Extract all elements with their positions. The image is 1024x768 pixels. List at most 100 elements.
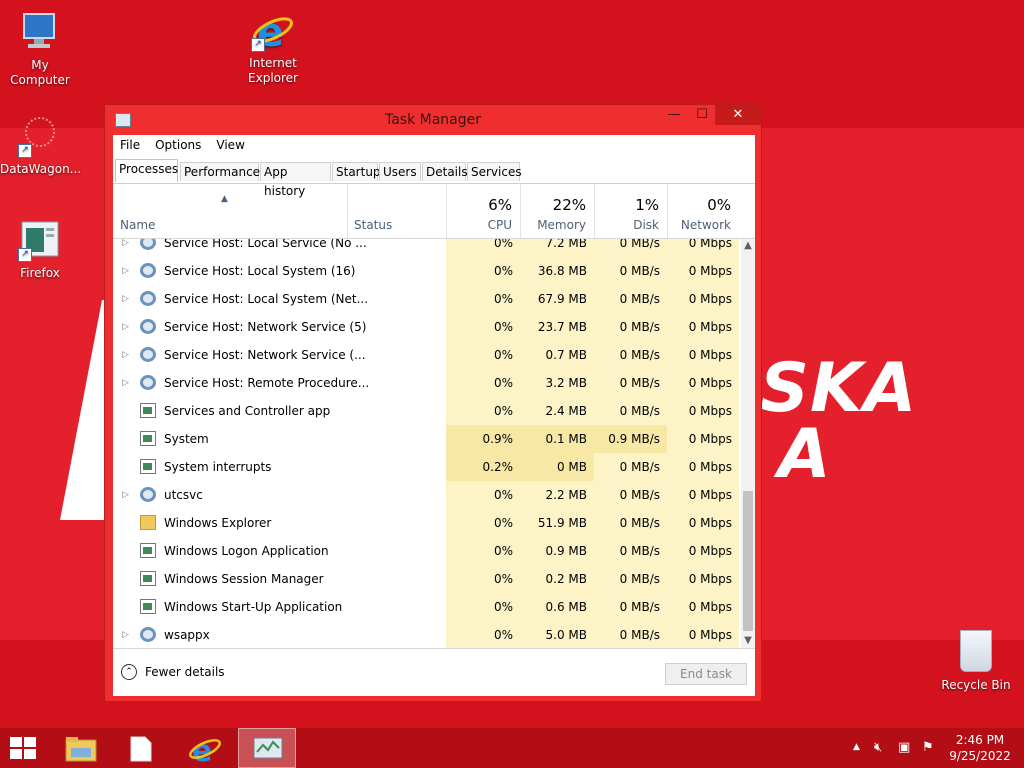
column-network[interactable]: 0% Network	[668, 184, 739, 238]
process-row[interactable]: Windows Start-Up Application 0% 0.6 MB 0 MB…	[113, 593, 739, 621]
column-memory[interactable]: 22% Memory	[521, 184, 594, 238]
clock-date: 9/25/2022	[949, 749, 1011, 763]
start-button[interactable]	[0, 728, 50, 768]
desktop-icon-internet-explorer[interactable]: e ↗ Internet Explorer	[233, 8, 313, 86]
process-network-cell: 0 Mbps	[667, 593, 739, 621]
column-memory-label: Memory	[537, 218, 586, 232]
process-network-cell: 0 Mbps	[667, 313, 739, 341]
title-bar[interactable]: Task Manager — ☐ ✕	[105, 105, 761, 135]
expand-chevron-icon[interactable]: ▷	[122, 239, 129, 257]
process-disk-cell: 0 MB/s	[594, 257, 667, 285]
maximize-button[interactable]: ☐	[689, 105, 715, 125]
network-icon[interactable]: ▣	[898, 740, 910, 755]
vertical-scrollbar[interactable]: ▲ ▼	[741, 239, 755, 648]
taskbar-task-manager[interactable]	[238, 728, 296, 768]
process-row[interactable]: ▷ Service Host: Remote Procedure... 0% 3.2 …	[113, 369, 739, 397]
volume-muted-icon[interactable]: 🔇︎	[874, 740, 882, 755]
expand-chevron-icon[interactable]: ▷	[122, 369, 129, 397]
show-hidden-icons-icon[interactable]: ▲	[853, 742, 860, 752]
fewer-details-button[interactable]: ⌃ Fewer details	[121, 664, 225, 680]
process-memory-cell: 2.4 MB	[520, 397, 594, 425]
tab-users[interactable]: Users	[379, 162, 421, 181]
column-cpu[interactable]: 6% CPU	[447, 184, 520, 238]
desktop-icon-datawagon[interactable]: ↗ DataWagon...	[0, 114, 81, 177]
expand-chevron-icon[interactable]: ▷	[122, 341, 129, 369]
process-row[interactable]: ▷ Service Host: Local System (16) 0% 36.8 M…	[113, 257, 739, 285]
process-row[interactable]: System interrupts 0.2% 0 MB 0 MB/s 0 Mbps	[113, 453, 739, 481]
service-gear-icon	[140, 239, 156, 250]
taskbar: e ▲ 🔇︎ ▣ ⚑ 2:46 PM 9/25/2022	[0, 728, 1024, 768]
process-row[interactable]: ▷ Service Host: Network Service (... 0% 0.7…	[113, 341, 739, 369]
process-row[interactable]: ▷ wsappx 0% 5.0 MB 0 MB/s 0 Mbps	[113, 621, 739, 648]
process-name: Service Host: Local Service (No ...	[164, 239, 367, 250]
desktop-icon-label: Internet Explorer	[248, 56, 298, 85]
process-disk-cell: 0 MB/s	[594, 397, 667, 425]
process-network-cell: 0 Mbps	[667, 257, 739, 285]
ie-icon: e ↗	[251, 8, 295, 56]
column-disk[interactable]: 1% Disk	[595, 184, 667, 238]
application-icon	[140, 599, 156, 614]
expand-chevron-icon[interactable]: ▷	[122, 313, 129, 341]
tab-processes[interactable]: Processes	[115, 159, 178, 182]
scroll-down-icon[interactable]: ▼	[741, 634, 755, 648]
process-row[interactable]: Windows Explorer 0% 51.9 MB 0 MB/s 0 Mbps	[113, 509, 739, 537]
clock[interactable]: 2:46 PM 9/25/2022	[948, 732, 1012, 764]
process-row[interactable]: Windows Session Manager 0% 0.2 MB 0 MB/s 0 M…	[113, 565, 739, 593]
close-button[interactable]: ✕	[715, 105, 761, 125]
expand-chevron-icon[interactable]: ▷	[122, 285, 129, 313]
process-name: Service Host: Network Service (5)	[164, 320, 367, 334]
taskbar-file-explorer[interactable]	[52, 728, 110, 768]
menu-view[interactable]: View	[209, 135, 252, 155]
folder-icon	[65, 737, 97, 762]
process-disk-cell: 0 MB/s	[594, 593, 667, 621]
action-center-flag-icon[interactable]: ⚑	[922, 740, 934, 755]
process-cpu-cell: 0%	[446, 397, 520, 425]
process-network-cell: 0 Mbps	[667, 397, 739, 425]
desktop-icon-recycle-bin[interactable]: Recycle Bin	[936, 630, 1016, 692]
taskbar-notepad[interactable]	[112, 728, 170, 768]
tab-startup[interactable]: Startup	[332, 162, 381, 181]
process-name: wsappx	[164, 628, 210, 642]
process-row[interactable]: ▷ Service Host: Local System (Net... 0% 67.…	[113, 285, 739, 313]
menu-options[interactable]: Options	[148, 135, 209, 155]
process-row[interactable]: ▷ Service Host: Network Service (5) 0% 23.7…	[113, 313, 739, 341]
application-icon	[140, 543, 156, 558]
desktop-icon-my-computer[interactable]: My Computer	[0, 10, 80, 88]
column-cpu-label: CPU	[487, 218, 512, 232]
wallpaper-lettering: SKA A	[760, 355, 917, 489]
expand-chevron-icon[interactable]: ▷	[122, 621, 129, 648]
process-memory-cell: 5.0 MB	[520, 621, 594, 648]
column-status[interactable]: Status	[348, 184, 446, 238]
application-icon	[140, 403, 156, 418]
process-row[interactable]: ▷ utcsvc 0% 2.2 MB 0 MB/s 0 Mbps	[113, 481, 739, 509]
tab-services[interactable]: Services	[467, 162, 522, 181]
expand-chevron-icon[interactable]: ▷	[122, 257, 129, 285]
process-row[interactable]: Services and Controller app 0% 2.4 MB 0 MB/…	[113, 397, 739, 425]
minimize-button[interactable]: —	[661, 105, 687, 125]
menu-file[interactable]: File	[113, 135, 148, 155]
shortcut-arrow-icon: ↗	[18, 248, 32, 262]
column-name[interactable]: Name	[113, 184, 347, 238]
scroll-up-icon[interactable]: ▲	[741, 239, 755, 253]
process-network-cell: 0 Mbps	[667, 369, 739, 397]
tab-bar: Processes Performance App history Startu…	[113, 157, 755, 198]
tab-app-history[interactable]: App history	[260, 162, 331, 198]
process-memory-cell: 0.9 MB	[520, 537, 594, 565]
scroll-thumb[interactable]	[743, 491, 753, 631]
expand-chevron-icon[interactable]: ▷	[122, 481, 129, 509]
process-cpu-cell: 0%	[446, 313, 520, 341]
process-cpu-cell: 0%	[446, 285, 520, 313]
process-row[interactable]: Windows Logon Application 0% 0.9 MB 0 MB/s 0…	[113, 537, 739, 565]
column-name-label: Name	[120, 218, 156, 232]
desktop-icon-firefox[interactable]: ↗ Firefox	[0, 218, 80, 281]
process-disk-cell: 0.9 MB/s	[594, 425, 667, 453]
taskbar-internet-explorer[interactable]: e	[176, 728, 234, 768]
end-task-button[interactable]: End task	[665, 663, 747, 685]
process-row[interactable]: System 0.9% 0.1 MB 0.9 MB/s 0 Mbps	[113, 425, 739, 453]
process-row[interactable]: ▷ Service Host: Local Service (No ... 0% 7.…	[113, 239, 739, 257]
tab-performance[interactable]: Performance	[180, 162, 260, 181]
tab-details[interactable]: Details	[422, 162, 468, 181]
process-cpu-cell: 0%	[446, 621, 520, 648]
service-gear-icon	[140, 319, 156, 334]
document-icon	[130, 736, 152, 762]
